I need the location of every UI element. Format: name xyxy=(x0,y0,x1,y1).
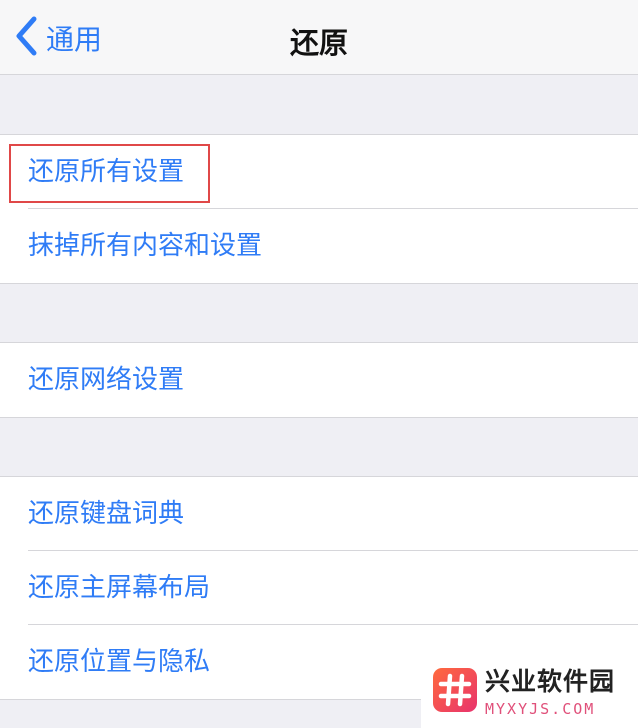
cell-label: 还原主屏幕布局 xyxy=(28,573,211,603)
navigation-bar: 通用 还原 xyxy=(0,0,638,75)
erase-all-content-cell[interactable]: 抹掉所有内容和设置 xyxy=(0,208,638,283)
reset-home-screen-layout-cell[interactable]: 还原主屏幕布局 xyxy=(0,550,638,625)
reset-group-1: 还原所有设置 抹掉所有内容和设置 xyxy=(0,134,638,284)
cell-label: 还原所有设置 xyxy=(28,157,185,187)
reset-group-2: 还原网络设置 xyxy=(0,342,638,418)
watermark-name: 兴业软件园 xyxy=(485,666,616,696)
cell-label: 还原网络设置 xyxy=(28,365,185,395)
reset-keyboard-dictionary-cell[interactable]: 还原键盘词典 xyxy=(0,477,638,551)
page-title: 还原 xyxy=(289,26,348,60)
cell-label: 还原位置与隐私 xyxy=(28,647,211,677)
cell-label: 抹掉所有内容和设置 xyxy=(28,231,263,261)
cell-label: 还原键盘词典 xyxy=(28,499,185,529)
reset-network-settings-cell[interactable]: 还原网络设置 xyxy=(0,343,638,417)
watermark-text: 兴业软件园 MYXYJS.COM xyxy=(485,662,615,718)
watermark: 兴业软件园 MYXYJS.COM xyxy=(421,651,638,728)
watermark-url: MYXYJS.COM xyxy=(485,699,596,718)
hash-logo-icon xyxy=(433,667,477,712)
reset-all-settings-cell[interactable]: 还原所有设置 xyxy=(0,135,638,209)
